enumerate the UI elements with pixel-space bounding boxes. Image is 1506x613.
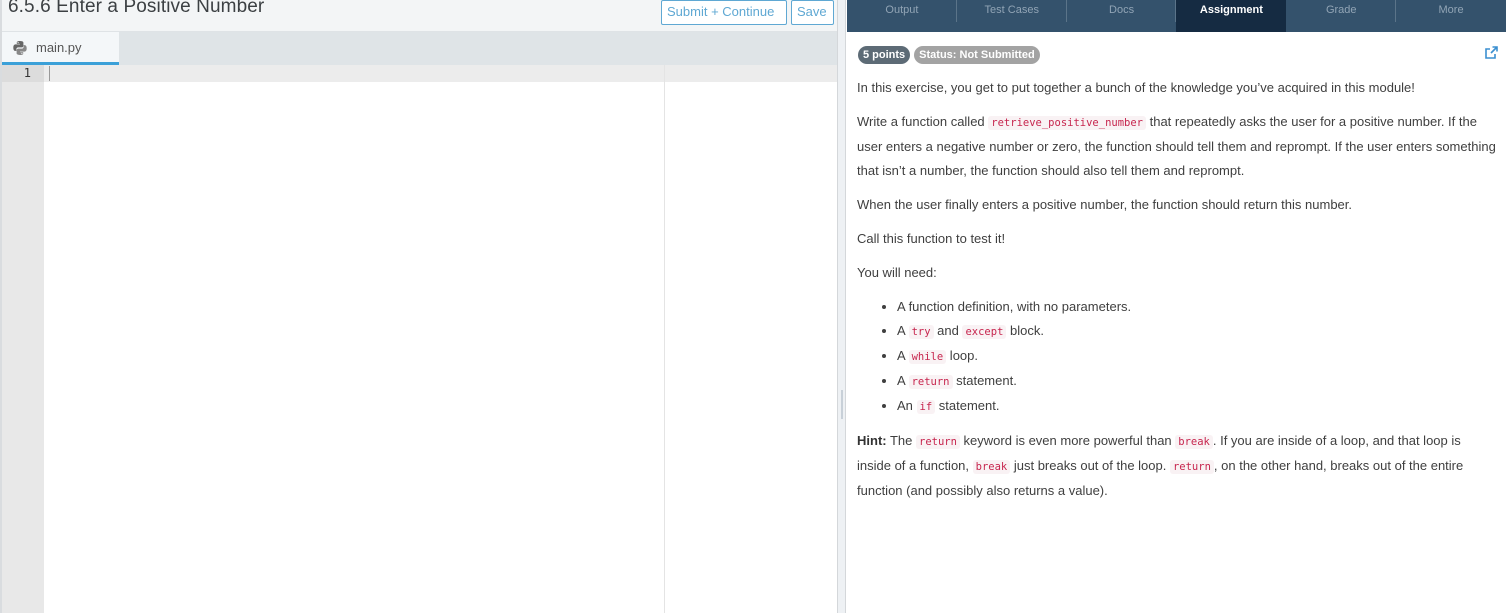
hint-label: Hint: xyxy=(857,433,887,448)
text: A xyxy=(897,373,909,388)
text: The xyxy=(886,433,916,448)
list-item: An if statement. xyxy=(897,394,1497,419)
panel-tabs: Output Test Cases Docs Assignment Grade … xyxy=(847,0,1506,32)
text: keyword is even more powerful than xyxy=(959,433,1176,448)
text: loop. xyxy=(946,348,978,363)
inline-code: return xyxy=(908,375,953,389)
pane-resize-handle[interactable] xyxy=(837,0,846,613)
file-tab-main-py[interactable]: main.py xyxy=(2,32,119,65)
points-badge: 5 points xyxy=(858,46,911,64)
tab-more[interactable]: More xyxy=(1396,0,1506,32)
requirements-list: A function definition, with no parameter… xyxy=(897,295,1497,419)
tab-grade[interactable]: Grade xyxy=(1286,0,1396,32)
line-number: 1 xyxy=(2,65,44,82)
external-link-icon[interactable] xyxy=(1484,46,1498,60)
list-item: A return statement. xyxy=(897,369,1497,394)
text: statement. xyxy=(952,373,1017,388)
inline-code: retrieve_positive_number xyxy=(988,116,1146,130)
intro-paragraph: In this exercise, you get to put togethe… xyxy=(857,80,1415,95)
inline-code: return xyxy=(916,435,960,449)
list-item: A try and except block. xyxy=(897,319,1497,344)
return-paragraph: When the user finally enters a positive … xyxy=(857,197,1352,212)
code-editor[interactable] xyxy=(44,65,837,613)
badge-row: 5 points Status: Not Submitted xyxy=(858,46,1040,64)
status-badge: Status: Not Submitted xyxy=(914,46,1040,64)
hint-paragraph: Hint: The return keyword is even more po… xyxy=(857,429,1497,503)
text: A xyxy=(897,323,909,338)
python-icon xyxy=(13,41,27,55)
text-cursor xyxy=(49,66,50,81)
submit-continue-button[interactable]: Submit + Continue xyxy=(661,0,787,25)
needs-heading: You will need: xyxy=(857,265,937,280)
resize-grip[interactable] xyxy=(841,390,843,419)
tab-docs[interactable]: Docs xyxy=(1067,0,1177,32)
inline-code: try xyxy=(908,325,934,339)
file-tab-label: main.py xyxy=(36,40,82,55)
text: statement. xyxy=(935,398,1000,413)
editor-pane: 6.5.6 Enter a Positive Number Submit + C… xyxy=(0,0,837,613)
text: just breaks out of the loop. xyxy=(1010,458,1170,473)
inline-code: except xyxy=(962,325,1007,339)
print-margin xyxy=(664,65,665,613)
save-button[interactable]: Save xyxy=(791,0,834,25)
assignment-content: In this exercise, you get to put togethe… xyxy=(857,76,1497,513)
inline-code: if xyxy=(916,400,936,414)
file-tab-bar: main.py xyxy=(2,32,837,65)
inline-code: break xyxy=(972,460,1011,474)
tab-assignment[interactable]: Assignment xyxy=(1176,0,1287,32)
page-title: 6.5.6 Enter a Positive Number xyxy=(8,0,265,17)
active-line xyxy=(44,65,837,82)
app-root: 6.5.6 Enter a Positive Number Submit + C… xyxy=(0,0,1506,613)
editor-header: 6.5.6 Enter a Positive Number Submit + C… xyxy=(2,0,837,32)
inline-code: return xyxy=(1169,460,1214,474)
line-number-gutter: 1 xyxy=(2,65,44,613)
tab-test-cases[interactable]: Test Cases xyxy=(957,0,1067,32)
list-item: A function definition, with no parameter… xyxy=(897,295,1497,319)
tab-output[interactable]: Output xyxy=(847,0,957,32)
inline-code: break xyxy=(1175,435,1213,449)
text: and xyxy=(933,323,963,338)
task-paragraph: Write a function called retrieve_positiv… xyxy=(857,110,1497,183)
list-item: A while loop. xyxy=(897,344,1497,369)
text: block. xyxy=(1006,323,1044,338)
text: A xyxy=(897,348,909,363)
text: An xyxy=(897,398,917,413)
text: Write a function called xyxy=(857,114,989,129)
text: A function definition, with no parameter… xyxy=(897,299,1132,314)
call-paragraph: Call this function to test it! xyxy=(857,231,1006,246)
inline-code: while xyxy=(908,350,947,364)
assignment-pane: Output Test Cases Docs Assignment Grade … xyxy=(847,0,1506,613)
